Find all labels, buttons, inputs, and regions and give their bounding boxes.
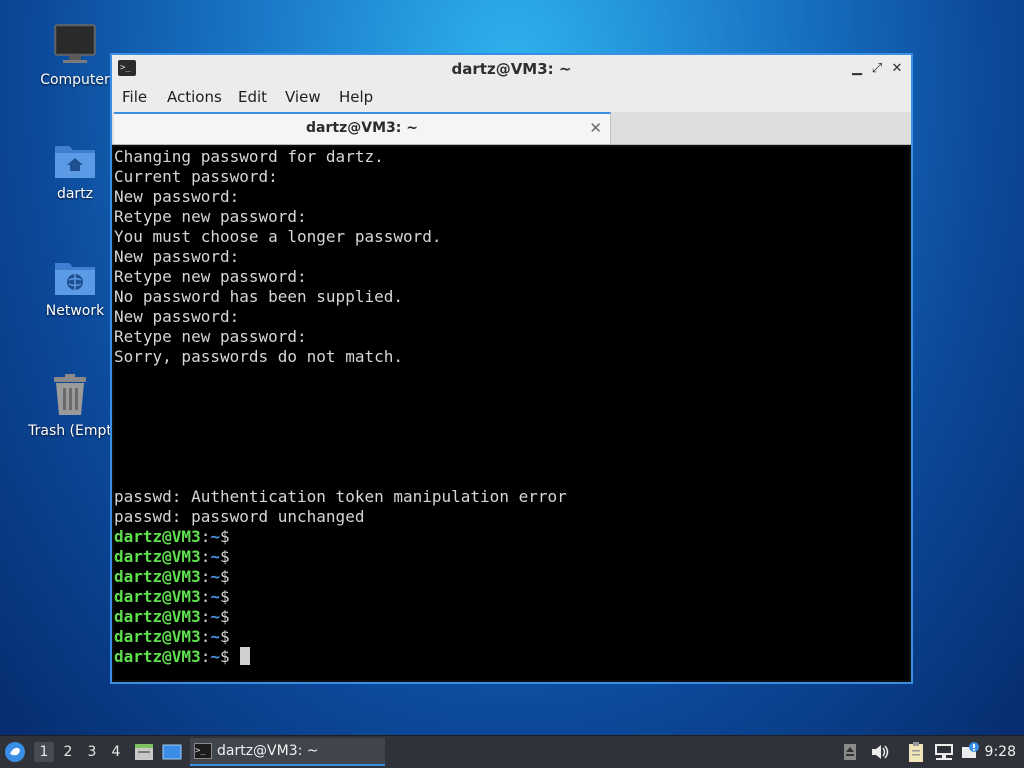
- workspace-3[interactable]: 3: [82, 742, 102, 762]
- minimize-button[interactable]: ▁: [849, 60, 865, 78]
- menu-actions[interactable]: Actions: [167, 83, 222, 112]
- task-label: dartz@VM3: ~: [217, 743, 319, 759]
- prompt-path: ~: [210, 547, 220, 566]
- monitor-icon: [54, 24, 96, 63]
- terminal-prompt-line: dartz@VM3:~$: [114, 627, 909, 647]
- prompt-symbol: $: [219, 647, 230, 666]
- network-icon[interactable]: [934, 736, 956, 768]
- menubar: File Actions Edit View Help: [112, 83, 911, 112]
- terminal-prompt-line: dartz@VM3:~$: [114, 607, 909, 627]
- prompt-separator: :: [200, 607, 211, 626]
- tab-close-icon[interactable]: ✕: [589, 114, 602, 142]
- menu-help[interactable]: Help: [339, 83, 373, 112]
- terminal-line: Current password:: [114, 167, 278, 186]
- window-titlebar[interactable]: >_ dartz@VM3: ~ ▁ ⤢ ✕: [112, 55, 911, 84]
- prompt-path: ~: [210, 567, 220, 586]
- prompt-separator: :: [200, 567, 211, 586]
- terminal-prompt-line: dartz@VM3:~$: [114, 527, 909, 547]
- terminal-line: New password:: [114, 307, 240, 326]
- prompt-user-host: dartz@VM3: [114, 567, 201, 586]
- clipboard-icon[interactable]: [906, 736, 928, 768]
- prompt-path: ~: [210, 647, 220, 666]
- file-manager-launcher[interactable]: [134, 736, 156, 768]
- terminal-window[interactable]: >_ dartz@VM3: ~ ▁ ⤢ ✕ File Actions Edit …: [110, 53, 913, 684]
- terminal-line: New password:: [114, 247, 240, 266]
- terminal-line: passwd: Authentication token manipulatio…: [114, 487, 567, 506]
- prompt-user-host: dartz@VM3: [114, 527, 201, 546]
- prompt-separator: :: [200, 647, 211, 666]
- prompt-separator: :: [200, 547, 211, 566]
- terminal-line: passwd: password unchanged: [114, 507, 365, 526]
- terminal-line: You must choose a longer password.: [114, 227, 442, 246]
- terminal-prompt-line: dartz@VM3:~$: [114, 587, 909, 607]
- prompt-separator: :: [200, 527, 211, 546]
- prompt-user-host: dartz@VM3: [114, 607, 201, 626]
- prompt-symbol: $: [219, 587, 230, 606]
- menu-file[interactable]: File: [122, 83, 147, 112]
- terminal-prompt-line: dartz@VM3:~$: [114, 647, 909, 667]
- terminal-line: No password has been supplied.: [114, 287, 403, 306]
- show-desktop-button[interactable]: [162, 736, 184, 768]
- taskbar-task-terminal[interactable]: >_ dartz@VM3: ~: [190, 738, 385, 766]
- volume-icon[interactable]: [870, 736, 892, 768]
- prompt-symbol: $: [219, 547, 230, 566]
- desktop-icon-label: Trash (Empt: [28, 423, 112, 439]
- workspace-4[interactable]: 4: [106, 742, 126, 762]
- prompt-separator: :: [200, 587, 211, 606]
- prompt-path: ~: [210, 587, 220, 606]
- workspace-2[interactable]: 2: [58, 742, 78, 762]
- prompt-user-host: dartz@VM3: [114, 587, 201, 606]
- prompt-symbol: $: [219, 527, 230, 546]
- prompt-user-host: dartz@VM3: [114, 627, 201, 646]
- prompt-path: ~: [210, 527, 220, 546]
- update-icon[interactable]: [961, 736, 981, 768]
- terminal-output[interactable]: Changing password for dartz. Current pass…: [114, 147, 909, 680]
- tab-terminal[interactable]: dartz@VM3: ~ ✕: [114, 112, 611, 144]
- prompt-symbol: $: [219, 627, 230, 646]
- terminal-line: Retype new password:: [114, 327, 307, 346]
- text-cursor: [239, 647, 250, 665]
- prompt-path: ~: [210, 607, 220, 626]
- desktop-icon: [162, 744, 182, 760]
- prompt-separator: :: [200, 627, 211, 646]
- tab-bar: dartz@VM3: ~ ✕: [112, 112, 911, 145]
- prompt-user-host: dartz@VM3: [114, 547, 201, 566]
- terminal-line: Sorry, passwords do not match.: [114, 347, 403, 366]
- terminal-line: Changing password for dartz.: [114, 147, 384, 166]
- desktop-icon-trash[interactable]: Trash (Empt: [20, 373, 120, 439]
- network-folder-icon: [55, 263, 95, 295]
- tab-label: dartz@VM3: ~: [306, 120, 418, 136]
- terminal-line: Retype new password:: [114, 207, 307, 226]
- file-manager-icon: [135, 744, 153, 760]
- terminal-prompt-line: dartz@VM3:~$: [114, 567, 909, 587]
- terminal-icon: >_: [194, 743, 212, 759]
- clock[interactable]: 9:28: [985, 736, 1016, 768]
- terminal-line: New password:: [114, 187, 240, 206]
- prompt-symbol: $: [219, 607, 230, 626]
- window-title: dartz@VM3: ~: [451, 60, 572, 78]
- close-button[interactable]: ✕: [889, 60, 905, 78]
- terminal-prompt-line: dartz@VM3:~$: [114, 547, 909, 567]
- terminal-line: Retype new password:: [114, 267, 307, 286]
- trash-icon: [54, 374, 86, 415]
- eject-icon[interactable]: [843, 736, 859, 768]
- menu-edit[interactable]: Edit: [238, 83, 267, 112]
- app-menu-button[interactable]: [4, 736, 28, 768]
- prompt-symbol: $: [219, 567, 230, 586]
- workspace-1[interactable]: 1: [34, 742, 54, 762]
- maximize-button[interactable]: ⤢: [869, 60, 885, 78]
- menu-view[interactable]: View: [285, 83, 321, 112]
- home-folder-icon: [55, 146, 95, 178]
- taskbar: 1 2 3 4 >_ dartz@VM3: ~ 9:28: [0, 735, 1024, 768]
- prompt-user-host: dartz@VM3: [114, 647, 201, 666]
- app-menu-icon: [5, 742, 25, 762]
- prompt-path: ~: [210, 627, 220, 646]
